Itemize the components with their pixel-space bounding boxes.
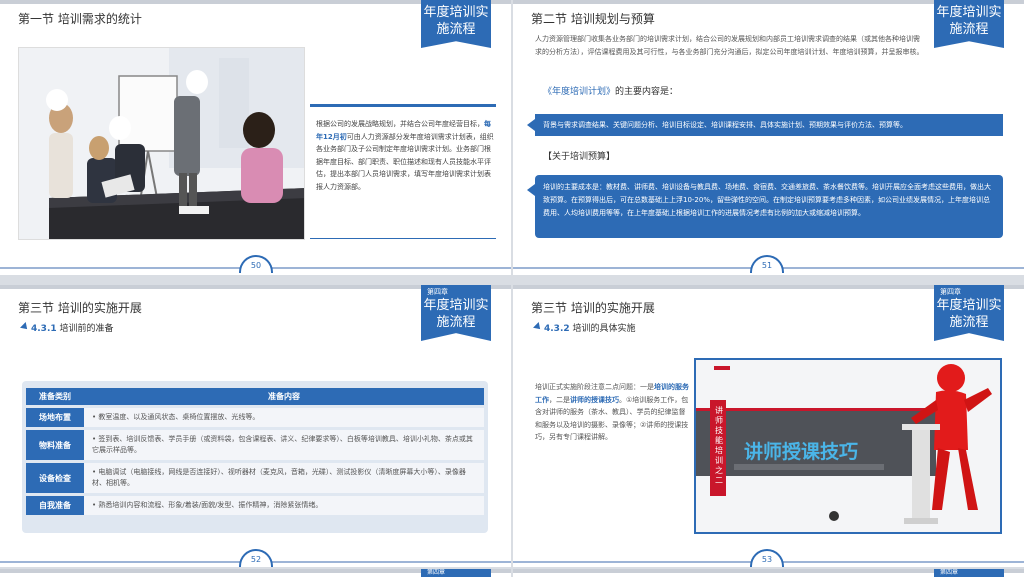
row-content-text: 熟悉培训内容和流程、形象/着装/面貌/发型、振作精神，消除紧张情绪。 <box>98 501 323 509</box>
body-text-part: ，二是 <box>549 395 570 404</box>
table-row: 物料准备 • 签到表、培训反馈表、学员手册（或资料袋，包含课程表、讲义、纪律要求… <box>26 430 484 460</box>
slide-53[interactable]: 第三节 培训的实施开展 第四章 年度培训实施流程 4.3.2 培训的具体实施 培… <box>513 285 1024 567</box>
chapter-tag-label: 第四章 <box>940 288 961 296</box>
meeting-photo <box>18 47 305 240</box>
slide-body-text: 培训正式实施阶段注意二点问题：一是培训的服务工作，二是讲师的授课技巧。①培训服务… <box>535 381 690 444</box>
row-category: 设备检查 <box>26 463 84 493</box>
row-content: • 教室温度、以及通风状态、桌椅位置摆放、光线等。 <box>84 408 484 427</box>
chapter-tag: 第四章 年度培训实施流程 <box>421 285 491 341</box>
chapter-tag-label: 第四章 <box>421 569 491 577</box>
chapter-tag-title: 年度培训实施流程 <box>423 298 489 330</box>
plan-content-box: 背景与需求调查结果、关键问题分析、培训目标设定、培训课程安排、具体实施计划、预期… <box>535 114 1003 136</box>
section-subtitle-text: 培训前的准备 <box>59 324 114 334</box>
budget-content-box: 培训的主要成本是：教材费、讲师费、培训设备与教具费、场地费、食宿费、交通差旅费、… <box>535 175 1003 238</box>
section-number: 4.3.2 <box>544 324 570 334</box>
row-category: 场地布置 <box>26 408 84 427</box>
row-content: • 签到表、培训反馈表、学员手册（或资料袋，包含课程表、讲义、纪律要求等）、白板… <box>84 430 484 460</box>
table-row: 设备检查 • 电脑调试（电脑接线，网线是否连接好）、视听器材（麦克风，音箱，光碟… <box>26 463 484 493</box>
text-top-rule <box>310 104 496 107</box>
section-subtitle: 4.3.1 培训前的准备 <box>20 321 114 334</box>
budget-subtitle: 【关于培训预算】 <box>543 152 616 162</box>
body-text-part: 可由人力资源部分发年度培训需求计划表，组织各业务部门及子公司制定年度培训需求计划… <box>316 132 494 191</box>
cover-vertical-title: 讲师技能培训之二 <box>715 406 723 485</box>
chapter-tag: 年度培训实施流程 <box>421 0 491 48</box>
chapter-tag-label: 第四章 <box>427 288 448 296</box>
section-number: 4.3.1 <box>31 324 57 334</box>
page-number: 52 <box>239 549 273 567</box>
slide-title: 第三节 培训的实施开展 <box>18 301 142 315</box>
chapter-tag-title: 年度培训实施流程 <box>423 5 489 37</box>
highlight-text: 讲师的授课技巧 <box>570 395 619 404</box>
arrow-icon <box>20 322 30 332</box>
box-arrow <box>527 119 535 131</box>
slide-body-text: 根据公司的发展战略规划，并结合公司年度经营目标，每年12月初可由人力资源部分发年… <box>316 118 496 193</box>
row-content-text: 教室温度、以及通风状态、桌椅位置摆放、光线等。 <box>98 413 260 421</box>
slide-55-peek: 第四章 <box>513 569 1024 577</box>
section-subtitle-text: 培训的具体实施 <box>572 324 636 334</box>
plan-name: 《年度培训计划》 <box>543 87 616 97</box>
row-category: 物料准备 <box>26 430 84 460</box>
row-category: 自我准备 <box>26 496 84 515</box>
table-row: 场地布置 • 教室温度、以及通风状态、桌椅位置摆放、光线等。 <box>26 408 484 427</box>
section-subtitle: 4.3.2 培训的具体实施 <box>533 321 636 334</box>
slide-54-peek: 第四章 <box>0 569 511 577</box>
chapter-tag-title: 年度培训实施流程 <box>936 298 1002 330</box>
slide-51[interactable]: 第二节 培训规划与预算 年度培训实施流程 人力资源管理部门收集各业务部门的培训需… <box>513 0 1024 275</box>
plan-subtitle: 《年度培训计划》的主要内容是： <box>543 84 678 97</box>
row-content: • 电脑调试（电脑接线，网线是否连接好）、视听器材（麦克风，音箱，光碟）、测试投… <box>84 463 484 493</box>
box-arrow <box>527 184 535 196</box>
table-row: 自我准备 • 熟悉培训内容和流程、形象/着装/面貌/发型、振作精神，消除紧张情绪… <box>26 496 484 515</box>
slide-50[interactable]: 第一节 培训需求的统计 年度培训实施流程 根据公司的发展战略规划，并结合公司年度… <box>0 0 511 275</box>
col-header-content: 准备内容 <box>84 388 484 405</box>
text-bottom-rule <box>310 238 496 239</box>
page-number: 51 <box>750 255 784 273</box>
page-number: 53 <box>750 549 784 567</box>
row-content-text: 签到表、培训反馈表、学员手册（或资料袋，包含课程表、讲义、纪律要求等）、白板等培… <box>92 435 473 454</box>
chapter-tag-title: 年度培训实施流程 <box>936 5 1002 37</box>
cover-title: 讲师授课技巧 <box>744 440 858 463</box>
page-number: 50 <box>239 255 273 273</box>
row-content: • 熟悉培训内容和流程、形象/着装/面貌/发型、振作精神，消除紧张情绪。 <box>84 496 484 515</box>
plan-subtitle-rest: 的主要内容是： <box>615 87 679 97</box>
chapter-tag: 第四章 年度培训实施流程 <box>934 285 1004 341</box>
preparation-table: 准备类别 准备内容 场地布置 • 教室温度、以及通风状态、桌椅位置摆放、光线等。… <box>22 381 488 533</box>
body-text-part: 根据公司的发展战略规划，并结合公司年度经营目标， <box>316 120 484 128</box>
chapter-tag-label: 第四章 <box>934 569 1004 577</box>
row-content-text: 电脑调试（电脑接线，网线是否连接好）、视听器材（麦克风，音箱，光碟）、测试投影仪… <box>92 468 466 487</box>
slide-52[interactable]: 第三节 培训的实施开展 第四章 年度培训实施流程 4.3.1 培训前的准备 准备… <box>0 285 511 567</box>
slide-title: 第三节 培训的实施开展 <box>531 301 655 315</box>
course-cover-image: 讲师授课技巧 讲师技能培训之二 <box>694 358 1002 534</box>
arrow-icon <box>533 322 543 332</box>
slide-title: 第二节 培训规划与预算 <box>531 12 655 26</box>
intro-text: 人力资源管理部门收集各业务部门的培训需求计划，结合公司的发展规划和内部员工培训需… <box>535 35 924 56</box>
body-text-part: 培训正式实施阶段注意二点问题：一是 <box>535 383 654 391</box>
chapter-tag: 年度培训实施流程 <box>934 0 1004 48</box>
slide-title: 第一节 培训需求的统计 <box>18 12 142 26</box>
col-header-category: 准备类别 <box>26 388 84 405</box>
